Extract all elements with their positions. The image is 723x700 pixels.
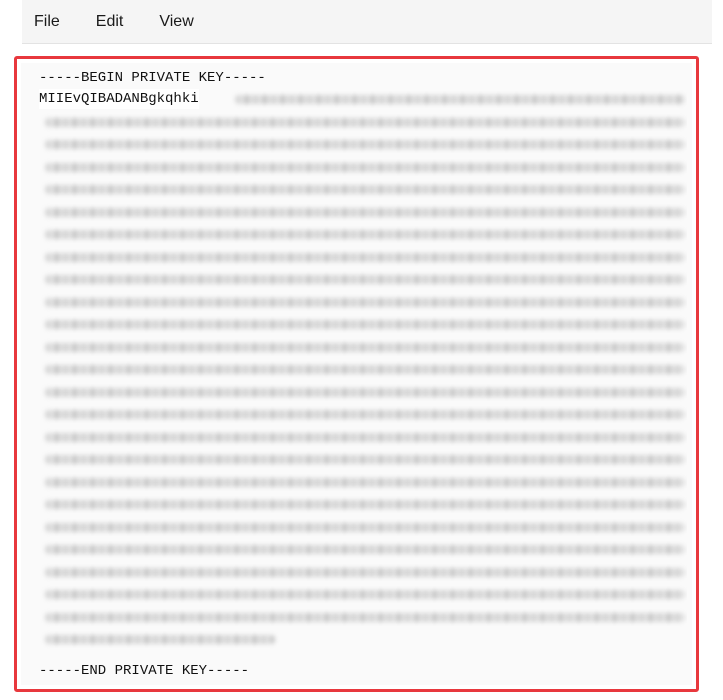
redacted-line xyxy=(45,162,685,172)
redacted-line xyxy=(45,365,685,374)
key-first-line: MIIEvQIBADANBgkqhki xyxy=(39,89,199,109)
menu-view[interactable]: View xyxy=(149,9,203,35)
redacted-line xyxy=(45,410,685,419)
menu-edit[interactable]: Edit xyxy=(86,9,134,35)
end-private-key-line: -----END PRIVATE KEY----- xyxy=(39,663,250,679)
redacted-line xyxy=(45,612,685,622)
begin-private-key-line: -----BEGIN PRIVATE KEY----- xyxy=(39,70,266,86)
redacted-line xyxy=(45,252,685,262)
redacted-line xyxy=(45,320,685,329)
highlight-frame: -----BEGIN PRIVATE KEY----- MIIEvQIBADAN… xyxy=(14,56,699,692)
redacted-line xyxy=(45,590,685,599)
notepad-window: File Edit View -----BEGIN PRIVATE KEY---… xyxy=(0,0,723,700)
redacted-line xyxy=(45,522,685,532)
redacted-line xyxy=(45,545,685,554)
redacted-line xyxy=(45,432,685,442)
redacted-line xyxy=(45,207,685,217)
redacted-line xyxy=(45,275,685,284)
redacted-line xyxy=(45,477,685,487)
redacted-line xyxy=(45,455,685,464)
text-editor-area[interactable]: -----BEGIN PRIVATE KEY----- MIIEvQIBADAN… xyxy=(21,63,692,685)
redacted-line xyxy=(235,95,685,104)
redacted-line xyxy=(45,297,685,307)
redacted-line xyxy=(45,387,685,397)
menu-bar: File Edit View xyxy=(22,0,712,44)
redacted-line xyxy=(45,140,685,149)
redacted-line xyxy=(45,342,685,352)
redacted-line xyxy=(45,567,685,577)
menu-file[interactable]: File xyxy=(34,9,70,35)
redacted-key-content xyxy=(35,89,687,655)
redacted-line xyxy=(45,117,685,127)
redacted-line xyxy=(45,230,685,239)
redacted-line xyxy=(45,185,685,194)
redacted-line xyxy=(45,635,275,644)
redacted-line xyxy=(45,500,685,509)
